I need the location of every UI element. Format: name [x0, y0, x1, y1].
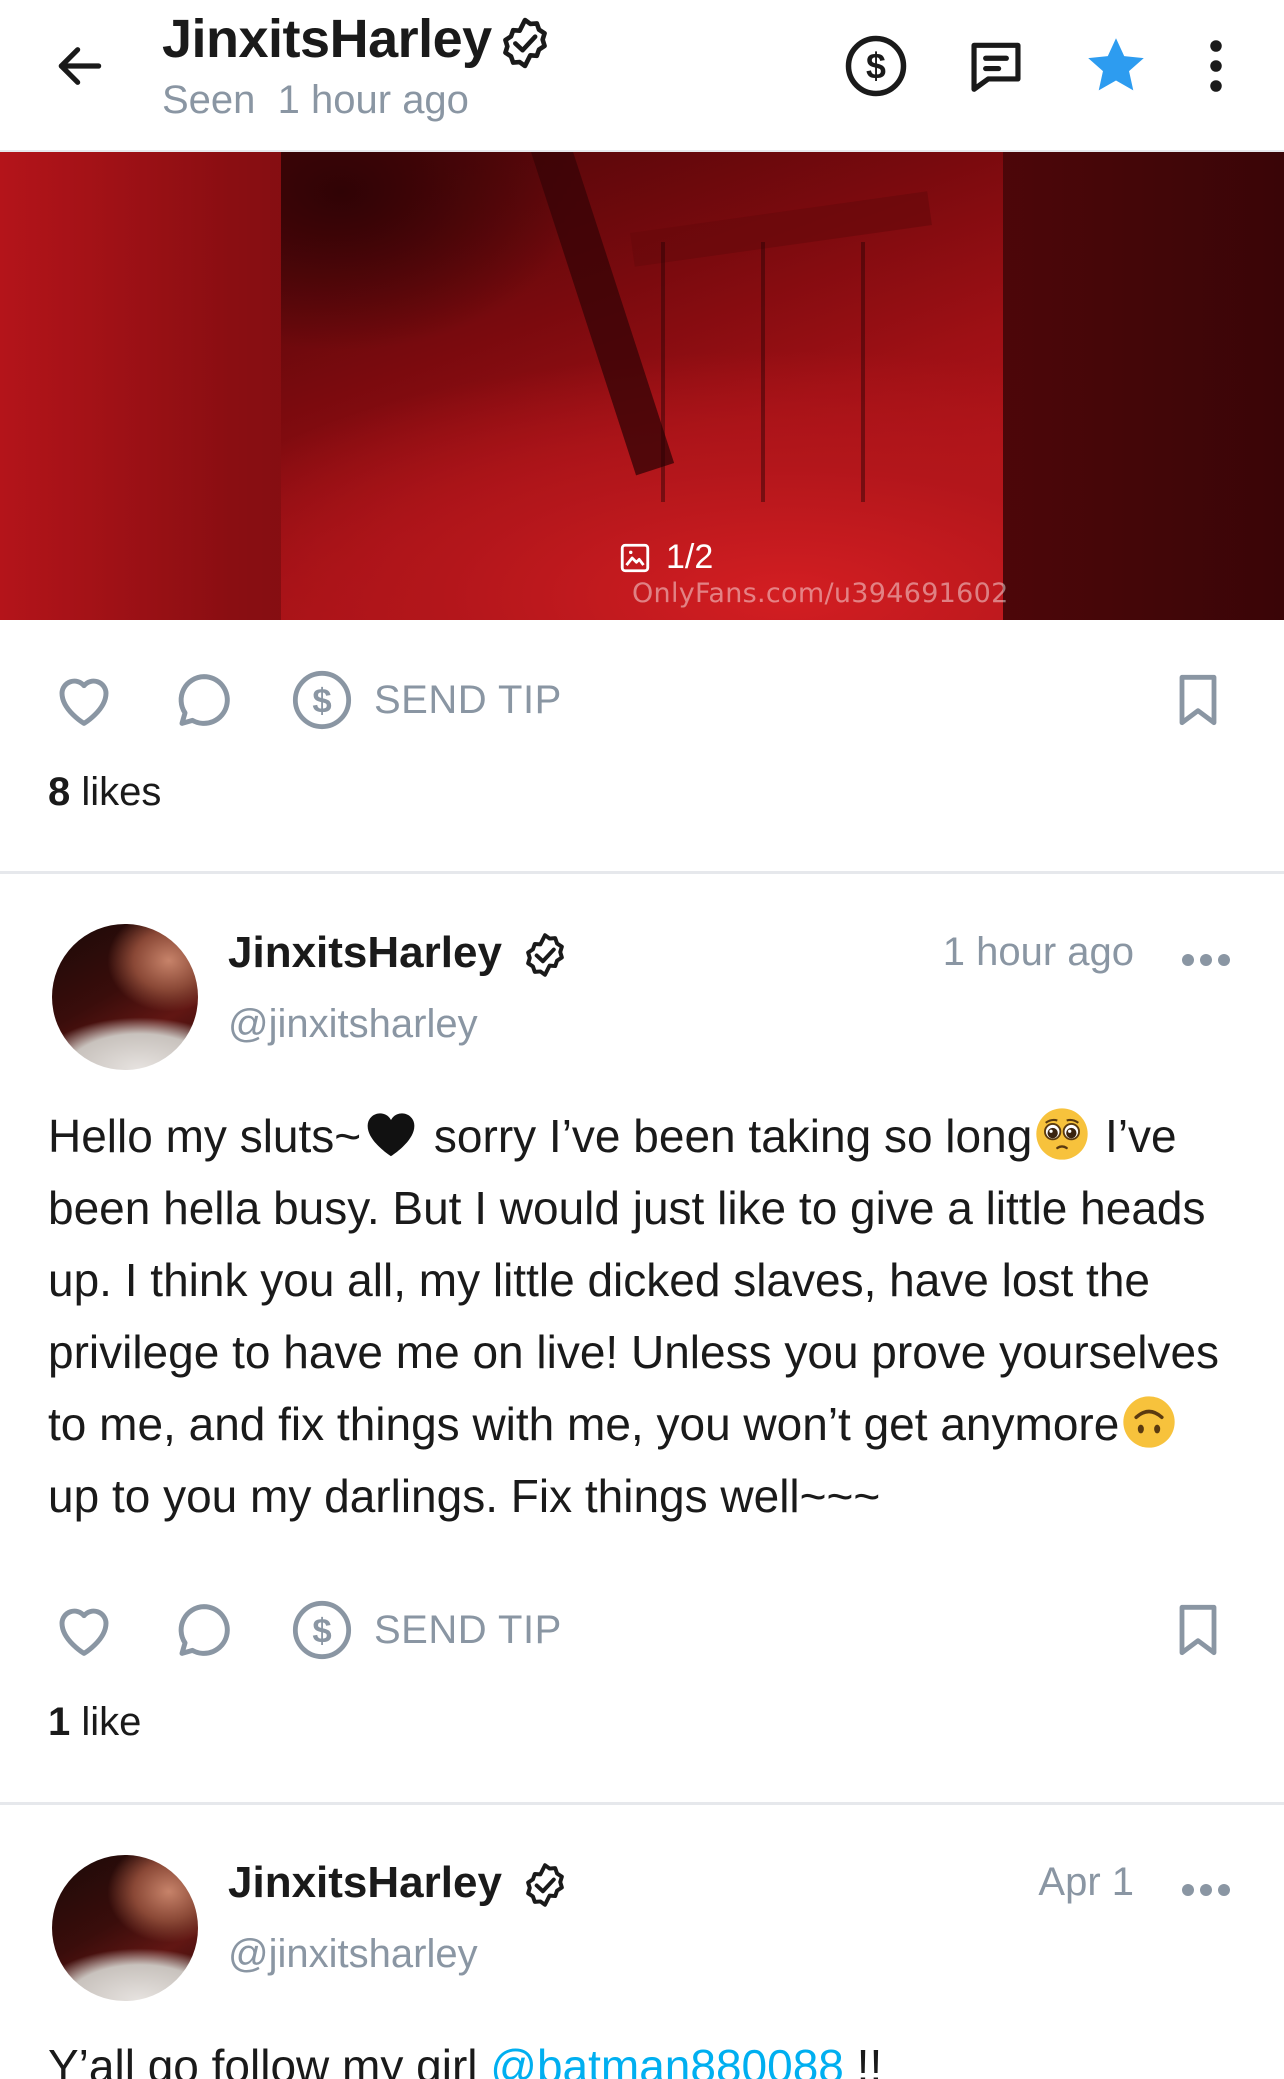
tip-button[interactable]: $	[840, 30, 912, 102]
profile-name[interactable]: JinxitsHarley	[162, 8, 492, 70]
pleading-face-emoji	[1036, 1108, 1088, 1160]
likes-count[interactable]: 8 likes	[48, 770, 161, 815]
post-actions: $ SEND TIP	[0, 1590, 1284, 1670]
likes-count[interactable]: 1 like	[48, 1700, 141, 1745]
post-more-button[interactable]	[1176, 1870, 1236, 1910]
post-timestamp[interactable]: 1 hour ago	[880, 930, 1134, 975]
post-author-handle[interactable]: @jinxitsharley	[228, 1932, 478, 1977]
dollar-circle-icon: $	[292, 670, 352, 730]
media-counter: 1/2	[618, 538, 713, 577]
post-text-part: up to you my darlings. Fix things well~~…	[48, 1470, 881, 1522]
message-button[interactable]	[960, 30, 1032, 102]
post-text-part: Y’all go follow my girl	[48, 2040, 491, 2079]
likes-word: likes	[81, 770, 162, 814]
media-watermark: OnlyFans.com/u394691602	[632, 578, 1009, 609]
comment-button[interactable]	[164, 1590, 244, 1670]
verified-badge-icon	[526, 933, 564, 977]
star-icon	[1088, 38, 1144, 91]
seen-label: Seen	[162, 78, 256, 122]
image-icon	[620, 543, 650, 572]
seen-time: 1 hour ago	[277, 78, 469, 122]
post-author-name[interactable]: JinxitsHarley	[228, 1858, 502, 1908]
likes-word: like	[81, 1700, 142, 1744]
send-tip-button[interactable]: $ SEND TIP	[290, 664, 562, 736]
favorite-button[interactable]	[1080, 30, 1152, 102]
comment-icon	[178, 674, 230, 726]
black-heart-emoji	[367, 1113, 415, 1157]
bookmark-icon	[1179, 674, 1217, 726]
post-author-name[interactable]: JinxitsHarley	[228, 928, 502, 978]
post-more-button[interactable]	[1176, 940, 1236, 980]
last-seen-status: Seen 1 hour ago	[162, 78, 469, 123]
likes-number: 1	[48, 1700, 71, 1744]
message-icon	[971, 42, 1021, 92]
chat-header: JinxitsHarley Seen 1 hour ago $	[0, 0, 1284, 152]
post-timestamp[interactable]: Apr 1	[880, 1860, 1134, 1905]
post-author-handle[interactable]: @jinxitsharley	[228, 1002, 478, 1047]
send-tip-label: SEND TIP	[374, 1607, 562, 1652]
more-horizontal-icon	[1182, 954, 1230, 966]
post-text: Hello my sluts~ sorry I’ve been taking s…	[48, 1100, 1238, 1532]
verified-badge-icon	[526, 1863, 564, 1907]
comment-icon	[178, 1604, 230, 1656]
post-text: Y’all go follow my girl @batman880088 !!	[48, 2030, 1238, 2079]
post-text-part: !!	[843, 2040, 883, 2079]
comment-button[interactable]	[164, 660, 244, 740]
heart-icon	[59, 678, 109, 726]
bookmark-icon	[1179, 1604, 1217, 1656]
send-tip-label: SEND TIP	[374, 677, 562, 722]
more-vertical-icon	[1210, 40, 1222, 92]
back-button[interactable]	[44, 30, 116, 102]
post-text-part: Hello my sluts~	[48, 1110, 362, 1162]
avatar[interactable]	[52, 1855, 198, 2001]
mention-link[interactable]: @batman880088	[490, 2040, 844, 2079]
svg-text:$: $	[866, 47, 886, 87]
heart-icon	[59, 1608, 109, 1656]
like-button[interactable]	[44, 1590, 124, 1670]
media-counter-text: 1/2	[666, 538, 714, 576]
svg-text:$: $	[312, 1612, 331, 1650]
post-divider	[0, 1802, 1284, 1805]
post-media[interactable]: 1/2 OnlyFans.com/u394691602	[0, 152, 1284, 620]
like-button[interactable]	[44, 660, 124, 740]
back-arrow-icon	[58, 47, 102, 85]
avatar[interactable]	[52, 924, 198, 1070]
send-tip-button[interactable]: $ SEND TIP	[290, 1594, 562, 1666]
post-text-part: sorry I’ve been taking so long	[421, 1110, 1033, 1162]
bookmark-button[interactable]	[1158, 1590, 1238, 1670]
likes-number: 8	[48, 770, 71, 814]
verified-badge-icon	[503, 17, 547, 69]
more-options-button[interactable]	[1180, 30, 1252, 102]
bookmark-button[interactable]	[1158, 660, 1238, 740]
post-divider	[0, 871, 1284, 874]
upside-down-face-emoji	[1123, 1396, 1175, 1448]
dollar-circle-icon: $	[845, 35, 907, 97]
more-horizontal-icon	[1182, 1884, 1230, 1896]
dollar-circle-icon: $	[292, 1600, 352, 1660]
svg-text:$: $	[312, 682, 331, 720]
post-actions: $ SEND TIP	[0, 660, 1284, 740]
